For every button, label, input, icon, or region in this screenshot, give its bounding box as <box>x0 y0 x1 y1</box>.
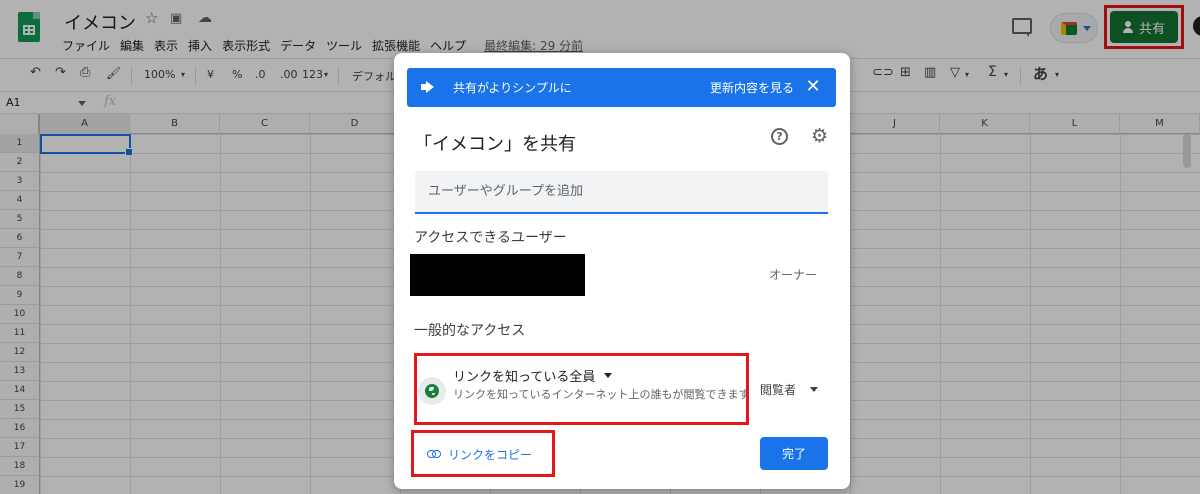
owner-user-redacted <box>410 254 585 296</box>
close-icon[interactable]: ✕ <box>801 75 825 99</box>
people-with-access-heading: アクセスできるユーザー <box>414 230 567 246</box>
role-select[interactable]: 閲覧者 <box>760 381 796 398</box>
spreadsheet-app: イメコン ☆ ▣ ☁ ファイル 編集 表示 挿入 表示形式 データ ツール 拡張… <box>0 0 1200 494</box>
link-icon <box>427 450 441 458</box>
dialog-title: 「イメコン」を共有 <box>414 134 576 155</box>
share-dialog: 共有がよりシンプルに 更新内容を見る ✕ 「イメコン」を共有 ? ⚙ アクセスで… <box>394 53 850 489</box>
copy-link-label: リンクをコピー <box>448 447 533 462</box>
role-chevron-down-icon[interactable] <box>810 387 818 392</box>
owner-role-label: オーナー <box>769 268 818 282</box>
general-access-select[interactable]: リンクを知っている全員 <box>453 366 595 385</box>
general-access-description: リンクを知っているインターネット上の誰もが閲覧できます <box>453 388 750 401</box>
update-banner: 共有がよりシンプルに 更新内容を見る ✕ <box>407 68 836 107</box>
see-updates-link[interactable]: 更新内容を見る <box>710 79 794 96</box>
gear-icon[interactable]: ⚙ <box>811 126 828 146</box>
general-access-heading: 一般的なアクセス <box>414 323 526 339</box>
help-icon[interactable]: ? <box>771 128 788 145</box>
megaphone-icon <box>421 81 437 94</box>
done-button[interactable]: 完了 <box>760 437 828 470</box>
globe-icon <box>418 377 446 405</box>
add-people-input[interactable] <box>415 171 828 214</box>
banner-text: 共有がよりシンプルに <box>453 81 572 95</box>
copy-link-button[interactable]: リンクをコピー <box>419 439 547 469</box>
access-chevron-down-icon[interactable] <box>604 373 612 378</box>
